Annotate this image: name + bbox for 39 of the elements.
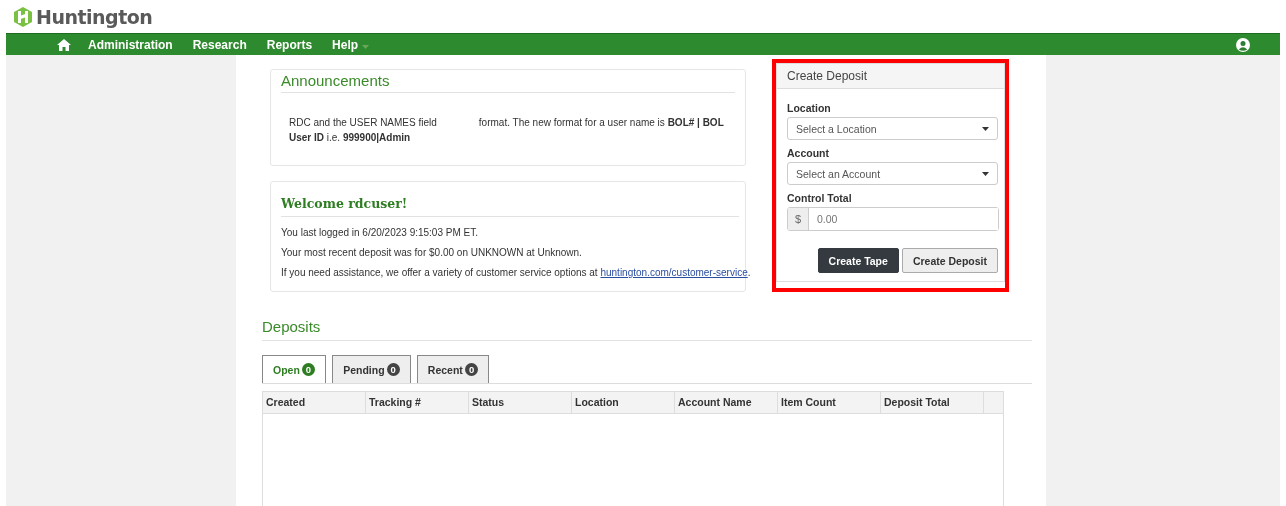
caret-icon	[982, 126, 989, 131]
info-text: Your most recent deposit was for $0.00 on UNKNOWN at Unknown.	[281, 246, 583, 260]
create-tape-button[interactable]: Create Tape	[817, 248, 899, 273]
create-deposit-button[interactable]: Create Deposit	[901, 248, 998, 273]
brand-name: Huntington	[36, 5, 153, 28]
user-icon[interactable]	[1236, 37, 1250, 52]
nav-link[interactable]: Help	[332, 37, 370, 52]
customer-service-link[interactable]: huntington.com/customer-service	[600, 267, 748, 278]
logo-icon	[12, 5, 34, 28]
section-title: Announcements	[281, 70, 735, 93]
column-header: Tracking #	[366, 392, 469, 413]
tab[interactable]: Open 0	[262, 355, 327, 383]
currency-addon: $	[788, 208, 809, 230]
nav-link[interactable]: Research	[192, 37, 247, 52]
section-title: Deposits	[262, 318, 1032, 341]
column-header: Deposit Total	[881, 392, 984, 413]
field-label: Account	[787, 147, 830, 159]
caret-icon	[982, 171, 989, 176]
welcome-title: Welcome rdcuser!	[281, 182, 739, 217]
select-field[interactable]: Select an Account	[787, 162, 998, 185]
panel-title: Create Deposit	[777, 64, 1004, 89]
nav-link[interactable]: Reports	[266, 37, 313, 52]
tab[interactable]: Recent 0	[416, 355, 490, 383]
select-field[interactable]: Select a Location	[787, 117, 998, 140]
column-header: Account Name	[675, 392, 778, 413]
field-label: Location	[787, 102, 832, 114]
amount-field[interactable]: $ 0.00	[787, 207, 999, 231]
column-header: Location	[572, 392, 675, 413]
info-text: If you need assistance, we offer a variety of customer service options at	[281, 267, 599, 278]
tab[interactable]: Pending 0	[332, 355, 411, 383]
field-label: Control Total	[787, 192, 853, 204]
column-header: Status	[469, 392, 572, 413]
info-text: You last logged in 6/20/2023 9:15:03 PM ET.	[281, 226, 479, 240]
home-icon[interactable]	[56, 37, 72, 52]
column-header: Created	[263, 392, 366, 413]
info-text: .	[747, 267, 751, 278]
column-header: Item Count	[778, 392, 881, 413]
nav-link[interactable]: Administration	[88, 37, 173, 52]
announcement-text: RDC and the USER NAMES field format. The new format for a user name is BOL# | BOL User ID i.e. 999900|Admin	[288, 116, 725, 145]
